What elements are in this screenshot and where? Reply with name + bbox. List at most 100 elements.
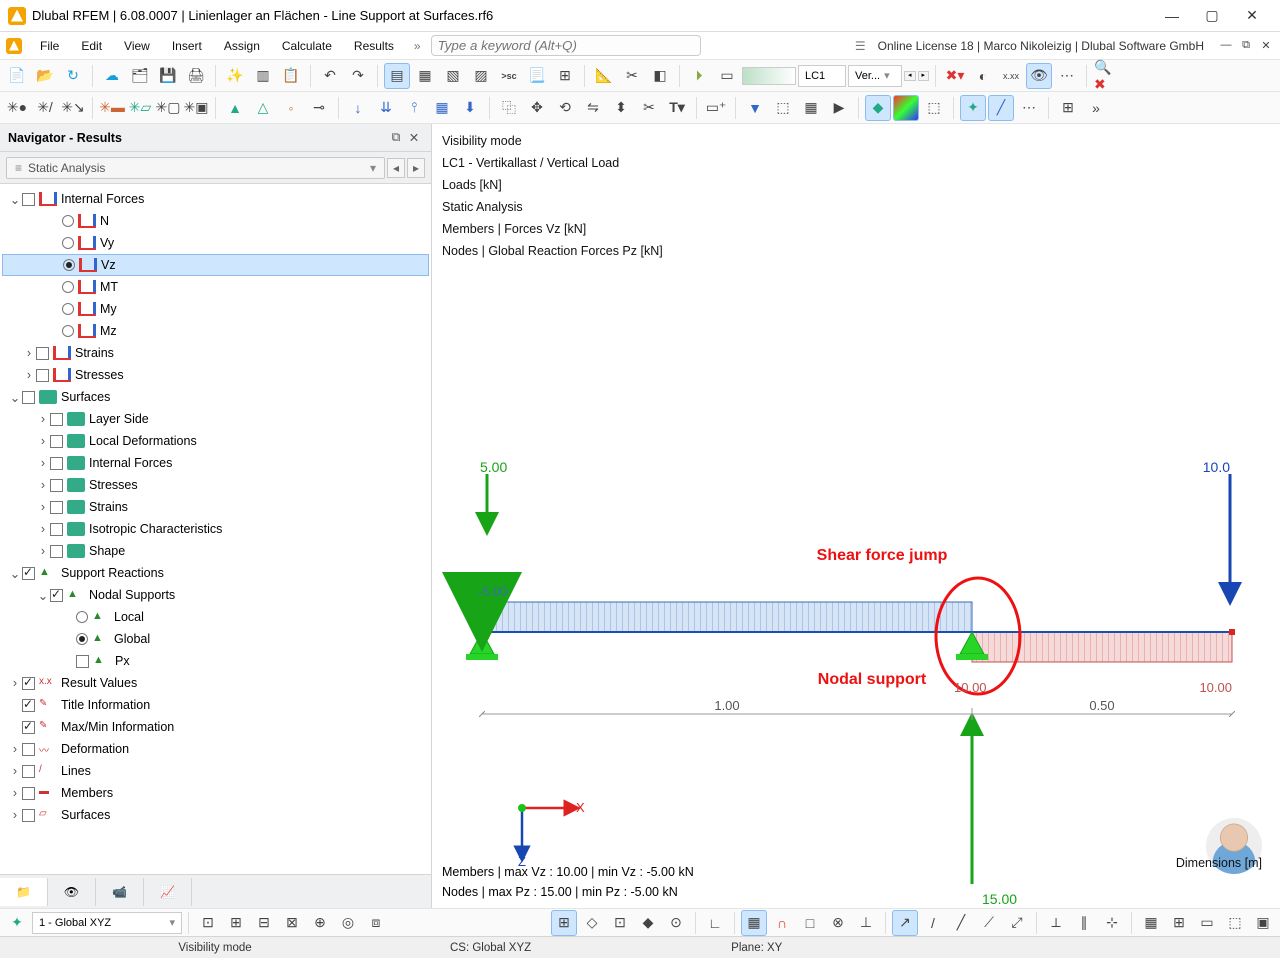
model-viewport[interactable]: Visibility mode LC1 - Vertikallast / Ver…	[432, 124, 1280, 908]
save-multi-icon[interactable]: 🗂	[127, 63, 153, 89]
close-panel-icon[interactable]: ✕	[405, 130, 423, 145]
tree-surf-if[interactable]: ›Internal Forces	[2, 452, 429, 474]
tree-strains[interactable]: ›Strains	[2, 342, 429, 364]
panel2-icon[interactable]: ▧	[440, 63, 466, 89]
loadcase-spinner2[interactable]: ▸	[918, 71, 930, 81]
hinge-icon[interactable]: ◦	[278, 95, 304, 121]
osnap4-icon[interactable]: ⊙	[663, 910, 689, 936]
undo-icon[interactable]: ↶	[317, 63, 343, 89]
cloud-icon[interactable]: ☁	[99, 63, 125, 89]
tree-px[interactable]: ▲Px	[2, 650, 429, 672]
tree-maxmin-info[interactable]: ✎Max/Min Information	[2, 716, 429, 738]
tree-surf-layer[interactable]: ›Layer Side	[2, 408, 429, 430]
tree-deformation[interactable]: ›〰Deformation	[2, 738, 429, 760]
solid-icon[interactable]: ✳▣	[183, 95, 209, 121]
tree-item-my[interactable]: My	[2, 298, 429, 320]
render3-icon[interactable]: ⬚	[921, 95, 947, 121]
support-node-icon[interactable]: ▲	[222, 95, 248, 121]
view1-icon[interactable]: ⬚	[770, 95, 796, 121]
menu-calculate[interactable]: Calculate	[272, 36, 342, 56]
menu-assign[interactable]: Assign	[214, 36, 270, 56]
ortho-icon[interactable]: ∟	[702, 910, 728, 936]
loadcase-combo-lc[interactable]: LC1	[798, 65, 846, 87]
line-rend-icon[interactable]: ╱	[988, 95, 1014, 121]
navigator-icon[interactable]: ▤	[384, 63, 410, 89]
tree-surfaces[interactable]: ⌄Surfaces	[2, 386, 429, 408]
tree-stresses[interactable]: ›Stresses	[2, 364, 429, 386]
minimize-button[interactable]: —	[1152, 8, 1192, 24]
close-button[interactable]: ✕	[1232, 7, 1272, 24]
maximize-button[interactable]: ▢	[1192, 7, 1232, 24]
line2-icon[interactable]: ✳↘	[60, 95, 86, 121]
objsnap1-icon[interactable]: ▦	[741, 910, 767, 936]
cs-trigger-icon[interactable]: ✦	[4, 910, 30, 936]
cs-combo[interactable]: 1 - Global XYZ▾	[32, 912, 182, 934]
g11-icon[interactable]: ⬚	[1222, 910, 1248, 936]
view-mode-icon[interactable]: ▭	[714, 63, 740, 89]
snap4-icon[interactable]: ⊠	[279, 910, 305, 936]
redo-icon[interactable]: ↷	[345, 63, 371, 89]
tree-item-mz[interactable]: Mz	[2, 320, 429, 342]
snap7-icon[interactable]: ⧈	[363, 910, 389, 936]
grid-icon[interactable]: ⊞	[552, 63, 578, 89]
menu-file[interactable]: File	[30, 36, 69, 56]
line-new-icon[interactable]: ✳/	[32, 95, 58, 121]
divide-icon[interactable]: ✂	[636, 95, 662, 121]
xxx-icon[interactable]: x.xx	[998, 63, 1024, 89]
guide-icon[interactable]: ↗	[892, 910, 918, 936]
table-icon[interactable]: ▥	[250, 63, 276, 89]
snap2-icon[interactable]: ⊞	[223, 910, 249, 936]
tree-item-n[interactable]: N	[2, 210, 429, 232]
loadcase-spinner[interactable]: ◂	[904, 71, 916, 81]
grid-snap-icon[interactable]: ⊞	[551, 910, 577, 936]
os-end-icon[interactable]: □	[797, 910, 823, 936]
list-icon[interactable]: ☰	[849, 39, 872, 53]
node-new-icon[interactable]: ✳●	[4, 95, 30, 121]
inner-minimize[interactable]: —	[1218, 39, 1234, 52]
g6-icon[interactable]: ∥	[1071, 910, 1097, 936]
tree-surf-iso[interactable]: ›Isotropic Characteristics	[2, 518, 429, 540]
tree-surf-strain[interactable]: ›Strains	[2, 496, 429, 518]
osnap1-icon[interactable]: ◇	[579, 910, 605, 936]
os-mid-icon[interactable]: ⊗	[825, 910, 851, 936]
menu-results[interactable]: Results	[344, 36, 404, 56]
surface-new-icon[interactable]: ✳▱	[127, 95, 153, 121]
eye-icon[interactable]: 👁	[1026, 63, 1052, 89]
doc-icon[interactable]: 📃	[524, 63, 550, 89]
tree-tree-surfaces2[interactable]: ›▱Surfaces	[2, 804, 429, 826]
print-icon[interactable]: 🖨	[183, 63, 209, 89]
filter-icon[interactable]: ▼	[742, 95, 768, 121]
g9-icon[interactable]: ⊞	[1166, 910, 1192, 936]
g7-icon[interactable]: ⊹	[1099, 910, 1125, 936]
analysis-combo[interactable]: ≡ Static Analysis ▾	[6, 157, 385, 179]
next-analysis[interactable]: ▸	[407, 158, 425, 178]
tree-item-vy[interactable]: Vy	[2, 232, 429, 254]
load-surf-icon[interactable]: ▦	[429, 95, 455, 121]
detach-icon[interactable]: ⧉	[387, 130, 405, 145]
measure-icon[interactable]: 📐	[591, 63, 617, 89]
menu-insert[interactable]: Insert	[162, 36, 212, 56]
magnet-icon[interactable]: ∩	[769, 910, 795, 936]
nav-tab-results[interactable]: 📈	[144, 878, 192, 906]
mirror-icon[interactable]: ⇋	[580, 95, 606, 121]
menu-overflow-icon[interactable]: »	[406, 39, 429, 53]
move-icon[interactable]: ✥	[524, 95, 550, 121]
g2-icon[interactable]: ╱	[948, 910, 974, 936]
menu-edit[interactable]: Edit	[71, 36, 112, 56]
prev-analysis[interactable]: ◂	[387, 158, 405, 178]
tree-lines[interactable]: ›/Lines	[2, 760, 429, 782]
inner-restore[interactable]: ⧉	[1238, 39, 1254, 52]
nav-tab-display[interactable]: 👁	[48, 878, 96, 906]
tree-surf-localdef[interactable]: ›Local Deformations	[2, 430, 429, 452]
grid-toggle-icon[interactable]: ⊞	[1055, 95, 1081, 121]
inner-close[interactable]: ✕	[1258, 39, 1274, 52]
tree-support-reactions[interactable]: ⌄▲Support Reactions	[2, 562, 429, 584]
panel3-icon[interactable]: ▨	[468, 63, 494, 89]
nav-tab-data[interactable]: 📁	[0, 878, 48, 906]
text-icon[interactable]: T▾	[664, 95, 690, 121]
load-member-icon[interactable]: ⫯	[401, 95, 427, 121]
tree-internal-forces[interactable]: ⌄Internal Forces	[2, 188, 429, 210]
load-free-icon[interactable]: ⬇	[457, 95, 483, 121]
open-icon[interactable]: 📂	[32, 63, 58, 89]
support-line-icon[interactable]: △	[250, 95, 276, 121]
